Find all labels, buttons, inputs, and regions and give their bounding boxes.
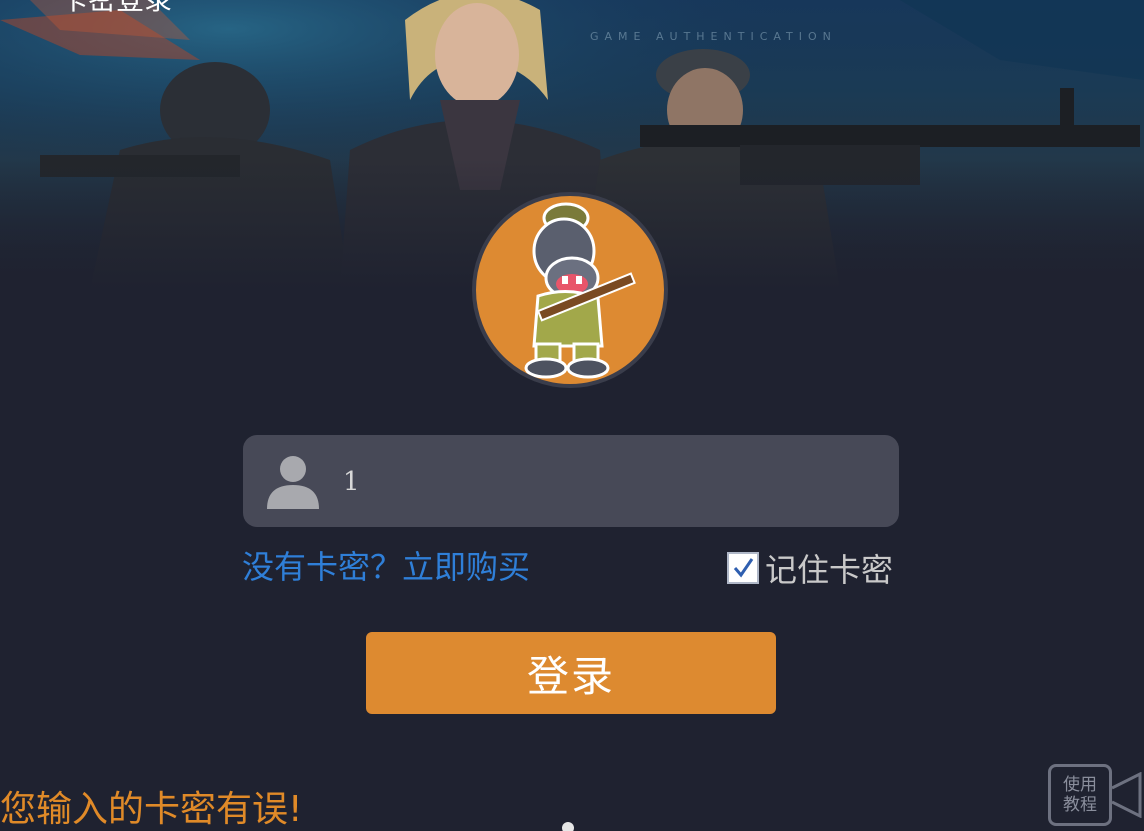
tutorial-line1: 使用 [1063,775,1097,795]
avatar [472,192,668,388]
login-button[interactable]: 登录 [366,632,776,714]
tutorial-button[interactable]: 使用 教程 [1046,760,1144,830]
video-camera-icon [1111,772,1142,818]
tutorial-label-box: 使用 教程 [1048,764,1112,826]
card-key-field[interactable] [243,435,899,527]
remember-card-key[interactable]: 记住卡密 [727,545,893,591]
banner-caption: GAME AUTHENTICATION [590,30,837,43]
remember-label: 记住卡密 [765,551,894,589]
card-key-input[interactable] [341,457,865,507]
user-icon [267,456,319,509]
window-title: 卡密登录 [60,0,172,18]
login-window: GAME AUTHENTICATION 卡密登录 [0,0,1144,831]
error-message: 您输入的卡密有误! [0,789,303,830]
buy-card-key-link[interactable]: 没有卡密？立即购买 [242,542,530,588]
scroll-indicator[interactable] [562,822,574,831]
hippo-soldier-avatar-icon [524,202,636,379]
remember-checkbox[interactable] [727,552,759,584]
checkmark-icon [733,558,754,578]
tutorial-line2: 教程 [1063,795,1097,815]
